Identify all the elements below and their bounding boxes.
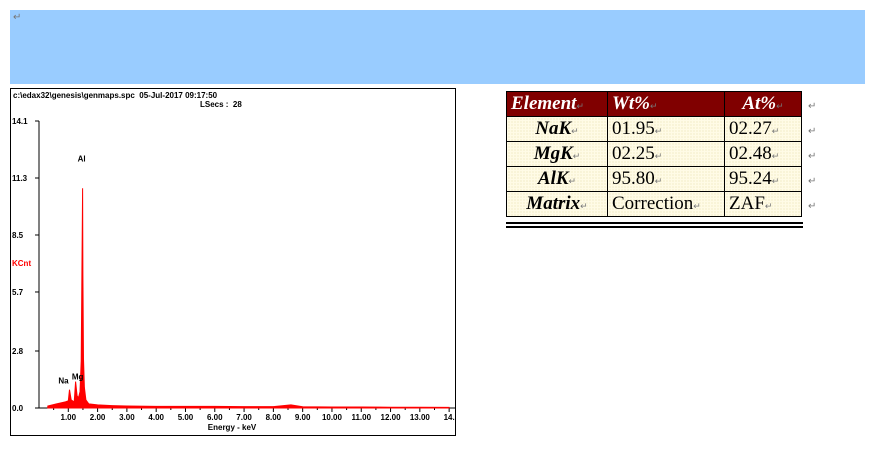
y-tick-label: 14.1	[12, 117, 28, 126]
y-tick-label: 5.7	[12, 288, 24, 297]
paragraph-mark: ↵	[808, 151, 817, 162]
y-tick-label: 8.5	[12, 231, 24, 240]
spectrum-plot: 0.02.85.78.511.314.11.00 2.00 3.00 4.00 5.00…	[12, 117, 455, 432]
x-tick-label: 2.00	[90, 413, 106, 422]
cell-at: 95.24↵	[724, 166, 802, 192]
peak-label: Al	[78, 155, 86, 164]
y-tick-label: 11.3	[12, 174, 28, 183]
y-tick-label: 0.0	[12, 404, 24, 413]
cell-element: AlK↵	[506, 166, 608, 192]
x-tick-label: 1.00	[61, 413, 77, 422]
cell-at: 02.27↵	[724, 116, 802, 142]
y-tick-label: 2.8	[12, 347, 24, 356]
cell-wt: 02.25↵	[607, 141, 725, 167]
table-rule	[506, 222, 803, 224]
table-row: Matrix↵ Correction↵ ZAF↵	[506, 191, 802, 217]
cell-element: MgK↵	[506, 141, 608, 167]
x-tick-label: 3.00	[119, 413, 135, 422]
x-tick-label: 12.00	[381, 413, 402, 422]
x-tick-label: 4.00	[148, 413, 164, 422]
table-row: NaK↵ 01.95↵ 02.27↵	[506, 116, 802, 142]
paragraph-mark: ↵	[808, 101, 817, 112]
peak-label: Na	[58, 377, 69, 386]
paragraph-mark: ↵	[13, 12, 22, 23]
y-axis-label: KCnt	[12, 259, 31, 268]
header-element: Element↵	[506, 91, 608, 117]
x-tick-label: 8.00	[266, 413, 282, 422]
header-at: At%↵	[724, 91, 802, 117]
cell-element: Matrix↵	[506, 191, 608, 217]
x-tick-label: 14.	[444, 413, 455, 422]
table-header-row: Element↵ Wt%↵ At%↵	[506, 91, 802, 117]
cell-at: ZAF↵	[724, 191, 802, 217]
table-row: AlK↵ 95.80↵ 95.24↵	[506, 166, 802, 192]
x-tick-label: 9.00	[295, 413, 311, 422]
x-axis-label: Energy - keV	[208, 423, 257, 432]
cell-wt: 01.95↵	[607, 116, 725, 142]
peak-label: Mg	[72, 373, 84, 382]
x-tick-label: 13.00	[410, 413, 431, 422]
cell-wt: 95.80↵	[607, 166, 725, 192]
x-tick-label: 6.00	[207, 413, 223, 422]
x-tick-label: 5.00	[178, 413, 194, 422]
spectrum-panel: c:\edax32\genesis\genmaps.spc 05-Jul-201…	[10, 88, 456, 436]
table-row: MgK↵ 02.25↵ 02.48↵	[506, 141, 802, 167]
table-rule	[506, 226, 803, 228]
cell-at: 02.48↵	[724, 141, 802, 167]
composition-table: Element↵ Wt%↵ At%↵ NaK↵ 01.95↵ 02.27↵ Mg…	[506, 91, 802, 217]
cell-element: NaK↵	[506, 116, 608, 142]
x-tick-label: 11.00	[351, 413, 371, 422]
paragraph-mark: ↵	[808, 201, 817, 212]
paragraph-mark: ↵	[808, 176, 817, 187]
blue-banner	[10, 10, 865, 84]
x-tick-label: 7.00	[236, 413, 252, 422]
header-wt: Wt%↵	[607, 91, 725, 117]
x-tick-label: 10.00	[322, 413, 343, 422]
spectrum-trace	[47, 188, 450, 409]
paragraph-mark: ↵	[808, 126, 817, 137]
cell-wt: Correction↵	[607, 191, 725, 217]
